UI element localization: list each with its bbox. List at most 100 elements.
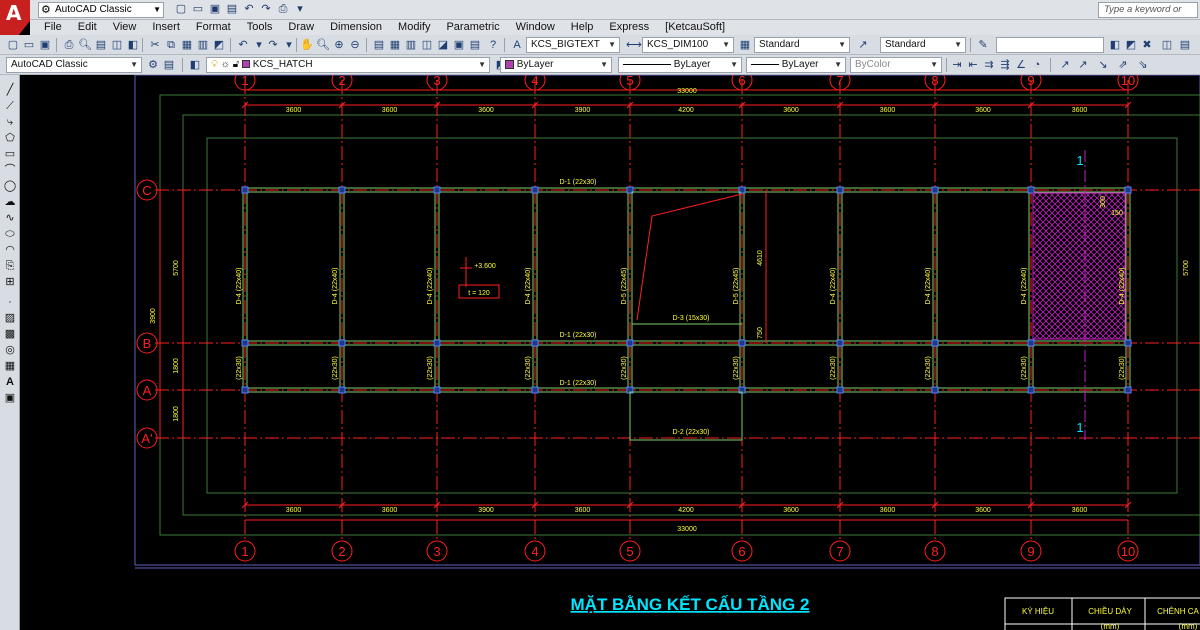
ellipse-arc-icon[interactable]: ◠ [3, 243, 17, 257]
new-icon[interactable]: ▢ [174, 2, 188, 16]
menu-tools[interactable]: Tools [239, 20, 281, 35]
insert-block-icon[interactable]: ⎘ [3, 259, 17, 273]
layer-properties-icon[interactable]: ◧ [188, 58, 202, 72]
workspace-dropdown[interactable]: ⚙ AutoCAD Classic ▼ [38, 2, 164, 18]
linetype-dropdown[interactable]: ByLayer ▼ [618, 57, 742, 73]
multiline-text-icon[interactable]: A [3, 375, 17, 389]
menu-insert[interactable]: Insert [144, 20, 188, 35]
layer-dropdown[interactable]: 💡︎ ☼ 🔓︎ KCS_HATCH ▼ [206, 57, 490, 73]
tool-palettes-icon[interactable]: ▥ [404, 38, 418, 52]
menu-window[interactable]: Window [508, 20, 563, 35]
circle-icon[interactable]: ◯ [3, 179, 17, 193]
color-dropdown[interactable]: ByLayer ▼ [500, 57, 612, 73]
layer-state-icon[interactable]: ◩ [1124, 38, 1138, 52]
menu-dimension[interactable]: Dimension [322, 20, 390, 35]
drawing-canvas[interactable]: 3600 3600 3600 3900 4200 3600 3600 3600 3600 3600… [20, 75, 1200, 630]
layer-close-icon[interactable]: ✖ [1140, 38, 1154, 52]
text-style-icon[interactable]: A [510, 38, 524, 52]
search-input[interactable]: Type a keyword or phrase [1098, 2, 1198, 29]
menu-format[interactable]: Format [188, 20, 239, 35]
dim-style-icon[interactable]: ⟷ [626, 38, 642, 52]
match-properties-icon[interactable]: ▥ [196, 38, 210, 52]
3d-dwf-icon[interactable]: ◫ [110, 38, 124, 52]
arc-icon[interactable]: ⌒ [3, 163, 17, 177]
chevron-down-icon[interactable]: ▾ [293, 2, 307, 16]
dim-baseline-icon[interactable]: ⇶ [998, 58, 1012, 72]
dim-radius-icon[interactable]: ◔ [1030, 58, 1044, 72]
zoom-previous-icon[interactable]: ⊖ [348, 38, 362, 52]
workspace-dropdown-2[interactable]: AutoCAD Classic ▼ [6, 57, 142, 73]
plot-icon[interactable]: ⎙ [62, 38, 76, 52]
design-center-icon[interactable]: ▦ [388, 38, 402, 52]
publish-icon[interactable]: ▤ [94, 38, 108, 52]
layer-iso-icon[interactable]: ▤ [1178, 38, 1192, 52]
region-icon[interactable]: ◎ [3, 343, 17, 357]
open-file-icon[interactable]: ▭ [22, 38, 36, 52]
leader-remove-icon[interactable]: ↘ [1096, 58, 1110, 72]
saveas-icon[interactable]: ▤ [225, 2, 239, 16]
copy-icon[interactable]: ⧉ [164, 38, 178, 52]
chevron-down-icon[interactable]: ▾ [252, 38, 266, 52]
layer-previous-icon[interactable]: ◫ [1160, 38, 1174, 52]
save-icon[interactable]: ▣ [38, 38, 52, 52]
paste-icon[interactable]: ▦ [180, 38, 194, 52]
layer-icon[interactable]: ◧ [1108, 38, 1122, 52]
rectangle-icon[interactable]: ▭ [3, 147, 17, 161]
gradient-icon[interactable]: ▩ [3, 327, 17, 341]
multileader-style-icon[interactable]: ↗ [856, 38, 870, 52]
plot-icon[interactable]: ⎙ [276, 2, 290, 16]
point-icon[interactable]: · [3, 295, 17, 309]
table-style-dropdown[interactable]: Standard ▼ [754, 37, 850, 53]
undo-icon[interactable]: ↶ [236, 38, 250, 52]
menu-view[interactable]: View [105, 20, 145, 35]
menu-ketcausoft[interactable]: [KetcauSoft] [657, 20, 733, 35]
dim-aligned-icon[interactable]: ⇤ [966, 58, 980, 72]
workspace-settings-icon[interactable]: ▤ [162, 58, 176, 72]
zoom-realtime-icon[interactable]: 🔍︎ [316, 38, 330, 52]
help-icon[interactable]: ? [486, 38, 500, 52]
undo-icon[interactable]: ↶ [242, 2, 256, 16]
new-file-icon[interactable]: ▢ [6, 38, 20, 52]
open-icon[interactable]: ▭ [191, 2, 205, 16]
save-icon[interactable]: ▣ [208, 2, 222, 16]
quickcalc-icon[interactable]: ▣ [452, 38, 466, 52]
menu-modify[interactable]: Modify [390, 20, 438, 35]
menu-parametric[interactable]: Parametric [438, 20, 507, 35]
line-icon[interactable]: ╱ [3, 83, 17, 97]
text-style-dropdown[interactable]: KCS_BIGTEXT ▼ [526, 37, 620, 53]
sheet-set-icon[interactable]: ◫ [420, 38, 434, 52]
cut-icon[interactable]: ✂ [148, 38, 162, 52]
chevron-down-icon[interactable]: ▾ [282, 38, 296, 52]
block-editor-icon[interactable]: ◩ [212, 38, 226, 52]
autocad-logo-icon[interactable]: A [0, 0, 30, 38]
polyline-icon[interactable]: ⤷ [3, 115, 17, 129]
command-input[interactable] [996, 37, 1104, 53]
pan-icon[interactable]: ✋ [300, 38, 314, 52]
preview-icon[interactable]: 🔍︎ [78, 38, 92, 52]
leader-align-icon[interactable]: ⇗ [1116, 58, 1130, 72]
lineweight-dropdown[interactable]: ByLayer ▼ [746, 57, 846, 73]
properties-icon[interactable]: ▤ [372, 38, 386, 52]
calculator-icon[interactable]: ▤ [468, 38, 482, 52]
menu-file[interactable]: File [30, 20, 70, 35]
polygon-icon[interactable]: ⬠ [3, 131, 17, 145]
dim-angular-icon[interactable]: ∠ [1014, 58, 1028, 72]
construction-line-icon[interactable]: ⟋ [3, 99, 17, 113]
menu-help[interactable]: Help [563, 20, 602, 35]
redo-icon[interactable]: ↷ [266, 38, 280, 52]
add-selected-icon[interactable]: ▣ [3, 391, 17, 405]
dim-continue-icon[interactable]: ⇉ [982, 58, 996, 72]
multileader-style-dropdown[interactable]: Standard ▼ [880, 37, 966, 53]
dim-linear-icon[interactable]: ⇥ [950, 58, 964, 72]
menu-draw[interactable]: Draw [280, 20, 322, 35]
hatch-icon[interactable]: ▨ [3, 311, 17, 325]
table-style-icon[interactable]: ▦ [738, 38, 752, 52]
make-block-icon[interactable]: ⊞ [3, 275, 17, 289]
leader-collect-icon[interactable]: ⇘ [1136, 58, 1150, 72]
spline-icon[interactable]: ∿ [3, 211, 17, 225]
leader-icon[interactable]: ↗ [1058, 58, 1072, 72]
gear-icon[interactable]: ⚙ [146, 58, 160, 72]
redo-icon[interactable]: ↷ [259, 2, 273, 16]
sheet-icon[interactable]: ◧ [126, 38, 140, 52]
menu-express[interactable]: Express [601, 20, 657, 35]
